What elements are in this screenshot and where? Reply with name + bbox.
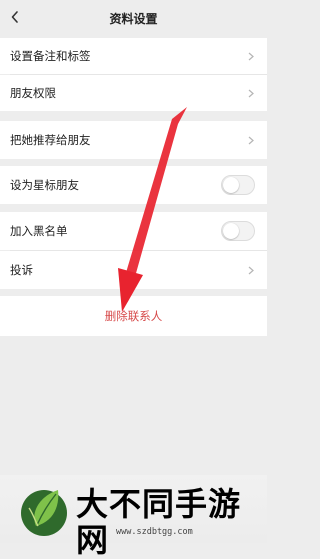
chevron-right-icon: [247, 52, 255, 60]
toggle-knob: [223, 177, 239, 193]
toggle-knob: [223, 223, 239, 239]
row-set-remark-and-tags[interactable]: 设置备注和标签: [0, 38, 267, 74]
chevron-right-icon: [247, 136, 255, 144]
chevron-left-icon[interactable]: [6, 8, 24, 26]
blacklist-toggle[interactable]: [221, 221, 255, 241]
chevron-right-icon: [247, 266, 255, 274]
row-label: 投诉: [10, 263, 33, 277]
top-bar: 资料设置: [0, 0, 267, 36]
row-label: 朋友权限: [10, 86, 56, 100]
row-star-friend: 设为星标朋友: [0, 166, 267, 204]
row-friend-permissions[interactable]: 朋友权限: [0, 75, 267, 111]
delete-contact-button[interactable]: 删除联系人: [0, 296, 267, 336]
profile-settings-screen: 资料设置 设置备注和标签 朋友权限 把她推荐给朋友 设为星标朋友 加入黑名单 投…: [0, 0, 267, 558]
row-label: 设置备注和标签: [10, 49, 91, 63]
chevron-right-icon: [247, 89, 255, 97]
delete-contact-label: 删除联系人: [104, 309, 163, 323]
star-friend-toggle[interactable]: [221, 175, 255, 195]
row-label: 把她推荐给朋友: [10, 133, 91, 147]
leaf-logo-icon: [21, 490, 67, 536]
row-add-to-blacklist: 加入黑名单: [0, 212, 267, 250]
page-title: 资料设置: [109, 11, 158, 26]
watermark-site-name: 大不同手游网: [76, 485, 242, 559]
row-report[interactable]: 投诉: [0, 251, 267, 289]
row-label: 加入黑名单: [10, 224, 68, 238]
row-recommend-to-friends[interactable]: 把她推荐给朋友: [0, 121, 267, 159]
row-label: 设为星标朋友: [10, 178, 79, 192]
watermark-url: www.szdbtgg.com: [116, 527, 193, 537]
